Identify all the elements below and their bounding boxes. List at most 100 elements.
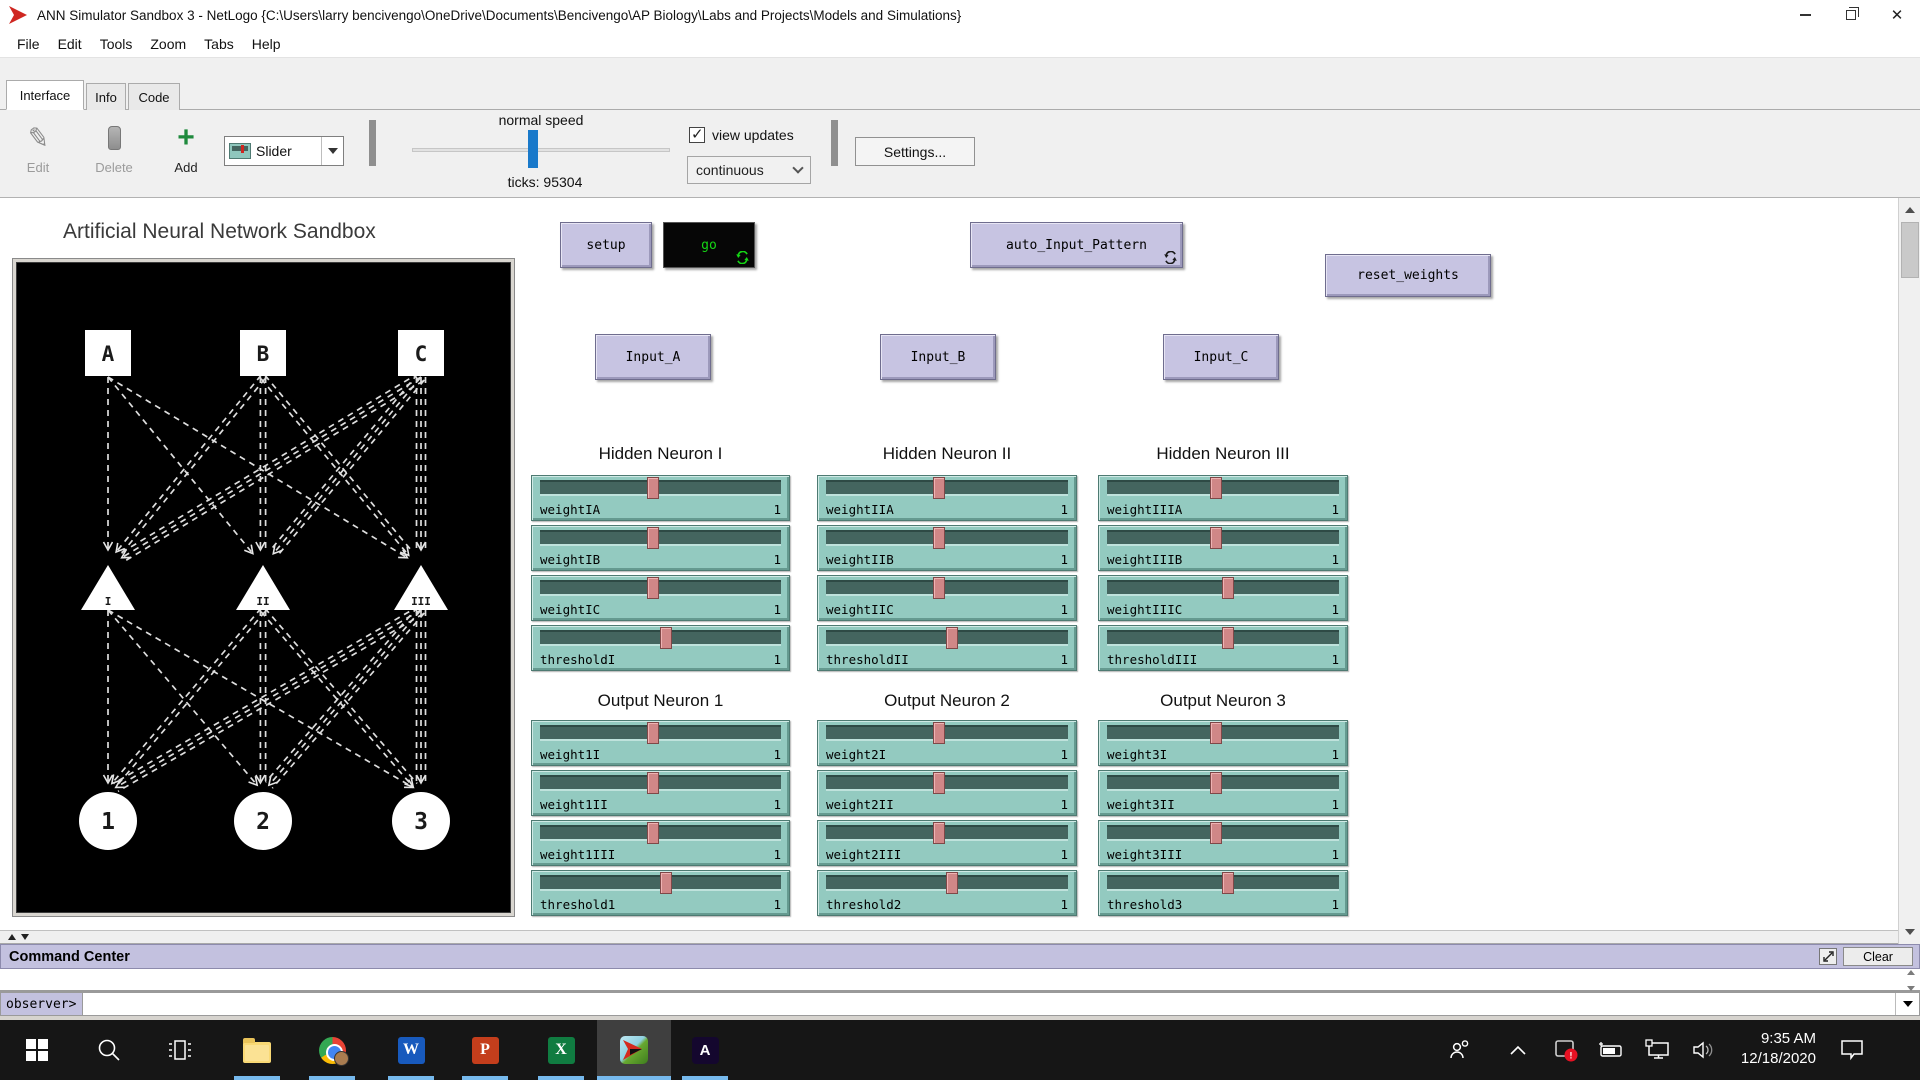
slider-handle[interactable] xyxy=(1209,822,1222,844)
slider-weightIIIB[interactable]: weightIIIB 1 xyxy=(1098,525,1348,571)
slider-handle[interactable] xyxy=(933,822,946,844)
slider-handle[interactable] xyxy=(1221,577,1234,599)
reset-weights-button[interactable]: reset_weights xyxy=(1325,254,1491,297)
tray-overflow-button[interactable] xyxy=(1500,1020,1536,1080)
slider-handle[interactable] xyxy=(933,772,946,794)
slider-weight2III[interactable]: weight2III 1 xyxy=(817,820,1077,866)
slider-track[interactable] xyxy=(540,725,781,741)
slider-weightIB[interactable]: weightIB 1 xyxy=(531,525,790,571)
slider-track[interactable] xyxy=(826,530,1068,546)
menu-file[interactable]: File xyxy=(8,36,49,52)
word-button[interactable]: W xyxy=(387,1020,435,1080)
slider-track[interactable] xyxy=(826,480,1068,496)
slider-weight3III[interactable]: weight3III 1 xyxy=(1098,820,1348,866)
settings-button[interactable]: Settings... xyxy=(855,137,975,166)
scroll-up-button[interactable] xyxy=(1900,200,1920,220)
slider-handle[interactable] xyxy=(946,627,959,649)
speed-slider-track[interactable] xyxy=(412,148,670,152)
setup-button[interactable]: setup xyxy=(560,222,652,268)
auto-input-pattern-button[interactable]: auto_Input_Pattern xyxy=(970,222,1183,268)
slider-track[interactable] xyxy=(826,580,1068,596)
powerpoint-button[interactable]: P xyxy=(461,1020,509,1080)
slider-handle[interactable] xyxy=(1209,772,1222,794)
command-center-output[interactable] xyxy=(0,969,1920,992)
slider-track[interactable] xyxy=(540,775,781,791)
slider-weightIC[interactable]: weightIC 1 xyxy=(531,575,790,621)
slider-weight3II[interactable]: weight3II 1 xyxy=(1098,770,1348,816)
minimize-button[interactable] xyxy=(1782,0,1828,30)
slider-weight1I[interactable]: weight1I 1 xyxy=(531,720,790,766)
action-center-button[interactable] xyxy=(1832,1020,1872,1080)
chooser-arrow[interactable] xyxy=(321,137,343,165)
command-input[interactable] xyxy=(83,993,1895,1015)
slider-track[interactable] xyxy=(826,725,1068,741)
add-widget-button[interactable]: + Add xyxy=(160,118,212,188)
menu-zoom[interactable]: Zoom xyxy=(141,36,195,52)
slider-track[interactable] xyxy=(1107,480,1339,496)
menu-tabs[interactable]: Tabs xyxy=(195,36,243,52)
delete-widget-button[interactable]: Delete xyxy=(88,118,140,188)
slider-weightIIB[interactable]: weightIIB 1 xyxy=(817,525,1077,571)
slider-handle[interactable] xyxy=(933,477,946,499)
slider-handle[interactable] xyxy=(1209,722,1222,744)
slider-handle[interactable] xyxy=(646,822,659,844)
network-tray-button[interactable] xyxy=(1640,1020,1676,1080)
input-b-button[interactable]: Input_B xyxy=(880,334,996,380)
slider-track[interactable] xyxy=(1107,775,1339,791)
slider-weightIIA[interactable]: weightIIA 1 xyxy=(817,475,1077,521)
slider-weight3I[interactable]: weight3I 1 xyxy=(1098,720,1348,766)
slider-handle[interactable] xyxy=(659,872,672,894)
tab-info[interactable]: Info xyxy=(86,83,126,110)
start-button[interactable] xyxy=(13,1020,61,1080)
slider-track[interactable] xyxy=(1107,725,1339,741)
input-a-button[interactable]: Input_A xyxy=(595,334,711,380)
slider-thresholdIII[interactable]: thresholdIII 1 xyxy=(1098,625,1348,671)
menu-tools[interactable]: Tools xyxy=(91,36,142,52)
input-c-button[interactable]: Input_C xyxy=(1163,334,1279,380)
update-mode-dropdown[interactable]: continuous xyxy=(687,156,811,184)
slider-handle[interactable] xyxy=(1209,527,1222,549)
output-scrollbar[interactable] xyxy=(1904,970,1918,991)
tab-code[interactable]: Code xyxy=(128,83,180,110)
slider-weightIIC[interactable]: weightIIC 1 xyxy=(817,575,1077,621)
slider-track[interactable] xyxy=(826,825,1068,841)
acrobat-button[interactable]: A xyxy=(681,1020,729,1080)
slider-weightIIIA[interactable]: weightIIIA 1 xyxy=(1098,475,1348,521)
clear-button[interactable]: Clear xyxy=(1843,947,1913,966)
taskbar-clock[interactable]: 9:35 AM 12/18/2020 xyxy=(1741,1029,1816,1069)
history-dropdown-button[interactable] xyxy=(1895,993,1919,1015)
tab-interface[interactable]: Interface xyxy=(6,80,84,110)
slider-threshold3[interactable]: threshold3 1 xyxy=(1098,870,1348,916)
shrink-command-center-icon[interactable] xyxy=(21,934,29,940)
slider-handle[interactable] xyxy=(933,577,946,599)
slider-weight2II[interactable]: weight2II 1 xyxy=(817,770,1077,816)
people-tray-button[interactable] xyxy=(1442,1020,1478,1080)
netlogo-taskbar-button[interactable] xyxy=(610,1020,658,1080)
slider-track[interactable] xyxy=(540,480,781,496)
slider-thresholdI[interactable]: thresholdI 1 xyxy=(531,625,790,671)
battery-tray-button[interactable] xyxy=(1592,1020,1628,1080)
slider-track[interactable] xyxy=(1107,825,1339,841)
slider-threshold2[interactable]: threshold2 1 xyxy=(817,870,1077,916)
file-explorer-button[interactable] xyxy=(233,1020,281,1080)
slider-thresholdII[interactable]: thresholdII 1 xyxy=(817,625,1077,671)
edit-widget-button[interactable]: ✎ Edit xyxy=(12,118,64,188)
excel-button[interactable]: X xyxy=(537,1020,585,1080)
task-view-button[interactable] xyxy=(156,1020,204,1080)
slider-weightIIIC[interactable]: weightIIIC 1 xyxy=(1098,575,1348,621)
scrollbar-thumb[interactable] xyxy=(1901,222,1919,278)
slider-track[interactable] xyxy=(540,825,781,841)
grow-command-center-icon[interactable] xyxy=(8,934,16,940)
detach-command-center-button[interactable] xyxy=(1819,948,1837,965)
slider-track[interactable] xyxy=(540,580,781,596)
close-button[interactable]: ✕ xyxy=(1874,0,1920,30)
chrome-button[interactable] xyxy=(308,1020,356,1080)
slider-handle[interactable] xyxy=(933,527,946,549)
slider-track[interactable] xyxy=(540,530,781,546)
slider-handle[interactable] xyxy=(646,722,659,744)
view-updates-checkbox[interactable] xyxy=(689,125,705,143)
slider-handle[interactable] xyxy=(646,477,659,499)
slider-handle[interactable] xyxy=(933,722,946,744)
menu-help[interactable]: Help xyxy=(243,36,290,52)
restore-button[interactable] xyxy=(1828,0,1874,30)
